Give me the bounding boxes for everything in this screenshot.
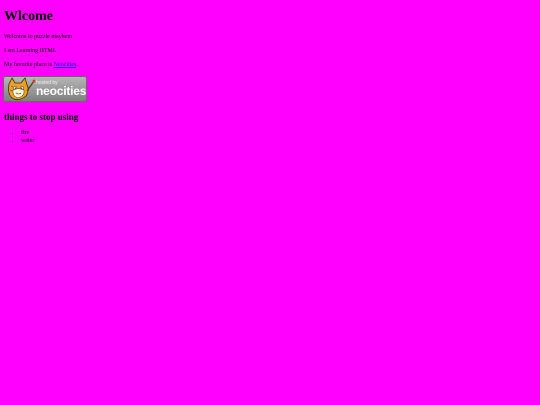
learning-text: I am Learning HTML bbox=[4, 48, 57, 54]
neocities-link[interactable]: Neocities bbox=[54, 62, 77, 68]
list-item: water bbox=[21, 137, 34, 145]
badge-neocities-label: neocities bbox=[36, 84, 87, 98]
things-to-stop-heading: things to stop using bbox=[4, 112, 79, 122]
favorite-place-text: My favorite place is Neocities. bbox=[4, 62, 78, 69]
welcome-text: Welcome to puzzle mayhem bbox=[4, 34, 72, 40]
list-item: fire bbox=[21, 129, 34, 137]
things-to-stop-list: fire water bbox=[0, 129, 34, 145]
neocities-cat-icon bbox=[8, 77, 36, 100]
page-title: Wlcome bbox=[4, 9, 53, 24]
hosted-by-neocities-badge[interactable]: hosted by neocities bbox=[3, 76, 87, 102]
favorite-prefix: My favorite place is bbox=[4, 62, 54, 68]
page: Wlcome Welcome to puzzle mayhem I am Lea… bbox=[0, 0, 540, 405]
favorite-suffix: . bbox=[76, 62, 78, 68]
